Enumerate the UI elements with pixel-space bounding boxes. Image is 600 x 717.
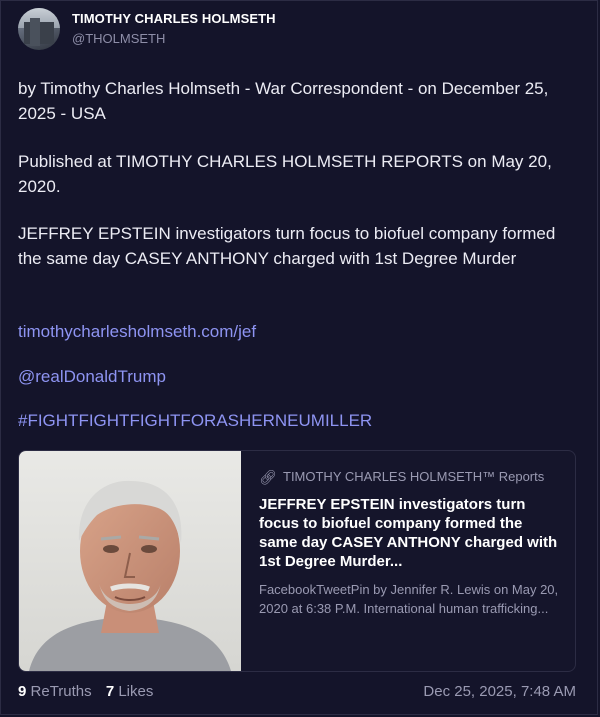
author-handle[interactable]: @THOLMSETH [72, 31, 276, 46]
link-preview-title[interactable]: JEFFREY EPSTEIN investigators turn focus… [259, 495, 559, 571]
post-published-line: Published at TIMOTHY CHARLES HOLMSETH RE… [18, 152, 552, 196]
post-footer: 9 ReTruths 7 Likes Dec 25, 2025, 7:48 AM [18, 683, 576, 700]
likes-count: 7 [105, 683, 115, 700]
post-timestamp[interactable]: Dec 25, 2025, 7:48 AM [423, 683, 576, 700]
link-icon: 🔗︎ [259, 469, 277, 485]
post-header: TIMOTHY CHARLES HOLMSETH @THOLMSETH [18, 8, 276, 50]
link-preview-thumbnail [19, 451, 241, 671]
avatar[interactable] [18, 8, 60, 50]
mention-link[interactable]: @realDonaldTrump [18, 364, 166, 389]
link-preview-description: FacebookTweetPin by Jennifer R. Lewis on… [259, 582, 559, 616]
retruths-count: 9 [18, 683, 27, 700]
retruths-label: ReTruths [30, 683, 92, 700]
link-preview-site-name: TIMOTHY CHARLES HOLMSETH™ Reports [283, 469, 545, 484]
hashtag-link[interactable]: #FIGHTFIGHTFIGHTFORASHERNEUMILLER [18, 408, 372, 433]
link-preview-card[interactable]: 🔗︎ TIMOTHY CHARLES HOLMSETH™ Reports JEF… [18, 450, 576, 672]
retruths-stat[interactable]: 9 ReTruths [18, 683, 92, 700]
author-display-name[interactable]: TIMOTHY CHARLES HOLMSETH [72, 11, 276, 26]
post-headline: JEFFREY EPSTEIN investigators turn focus… [18, 224, 556, 268]
likes-stat[interactable]: 7 Likes [106, 683, 154, 700]
truth-post: TIMOTHY CHARLES HOLMSETH @THOLMSETH by T… [0, 0, 598, 715]
post-byline: by Timothy Charles Holmseth - War Corres… [18, 79, 549, 123]
likes-label: Likes [118, 683, 154, 700]
post-url-link[interactable]: timothycharlesholmseth.com/jef [18, 319, 256, 344]
